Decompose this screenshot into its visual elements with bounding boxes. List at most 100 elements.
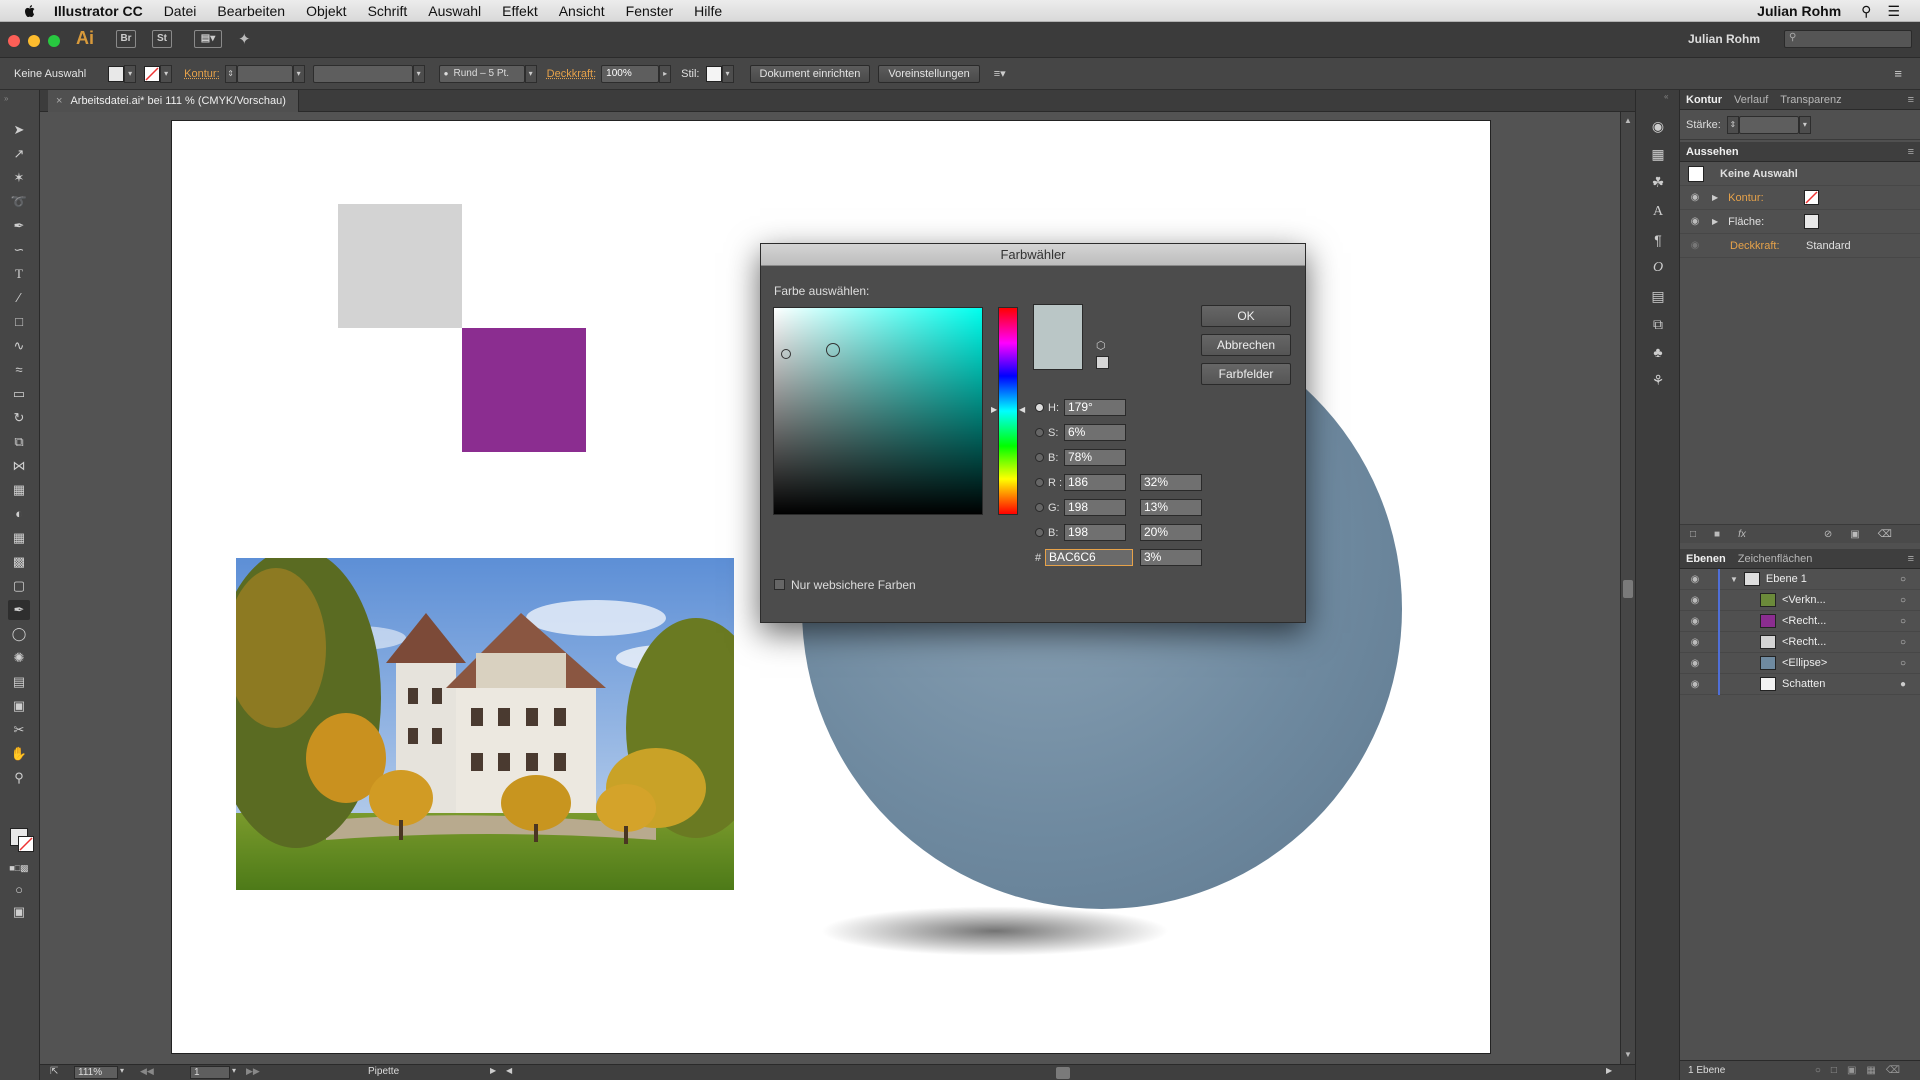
swatches-panel-icon[interactable]: ▦ (1648, 144, 1668, 164)
radio-h[interactable] (1035, 403, 1044, 412)
scroll-down-icon[interactable]: ▼ (1624, 1050, 1632, 1059)
tab-kontur[interactable]: Kontur (1680, 94, 1728, 106)
stroke-weight-field[interactable] (236, 64, 293, 83)
brush-dropdown-arrow[interactable]: ▾ (524, 64, 537, 83)
swatches-button[interactable]: Farbfelder (1201, 363, 1291, 385)
artboard-dropdown-icon[interactable]: ▾ (232, 1066, 236, 1075)
graphic-styles-panel-icon[interactable]: ⚘ (1648, 370, 1668, 390)
stroke-dropdown[interactable]: ▾ (160, 64, 173, 83)
y-field[interactable]: 20% (1140, 524, 1202, 541)
stroke-weight-dropdown[interactable]: ▾ (292, 64, 305, 83)
deckkraft-label[interactable]: Deckkraft: (547, 68, 597, 80)
visibility-eye-icon[interactable]: ◉ (1688, 679, 1702, 690)
pathfinder-panel-icon[interactable]: ⧉ (1648, 314, 1668, 334)
magic-wand-tool-icon[interactable]: ✶ (8, 168, 30, 188)
c-field[interactable]: 32% (1140, 474, 1202, 491)
zoom-field[interactable]: 111% (74, 1066, 118, 1079)
flaeche-row-label[interactable]: Fläche: (1728, 216, 1804, 228)
g-field[interactable]: 198 (1064, 499, 1126, 516)
scroll-right-icon[interactable]: ▶ (1606, 1066, 1612, 1075)
layer-name[interactable]: <Verkn... (1782, 594, 1826, 606)
add-fill-icon[interactable]: ■ (1714, 529, 1720, 540)
gray-rectangle[interactable] (338, 204, 462, 328)
hue-slider-left-arrow[interactable]: ▶ (991, 405, 997, 414)
layer-name[interactable]: <Recht... (1782, 615, 1826, 627)
artboard-number-field[interactable]: 1 (190, 1066, 230, 1079)
radio-g[interactable] (1035, 503, 1044, 512)
tab-aussehen[interactable]: Aussehen (1680, 146, 1745, 158)
menu-app-name[interactable]: Illustrator CC (54, 3, 143, 19)
layer-row[interactable]: ◉ <Verkn... ○ (1680, 589, 1920, 611)
brushes-panel-icon[interactable]: ☘ (1648, 172, 1668, 192)
scale-tool-icon[interactable]: ⧉ (8, 432, 30, 452)
layer-row[interactable]: ◉ <Recht... ○ (1680, 631, 1920, 653)
s-field[interactable]: 6% (1064, 424, 1126, 441)
eyedropper-tool-icon[interactable]: ✒ (8, 600, 30, 620)
mesh-tool-icon[interactable]: ▩ (8, 552, 30, 572)
menu-schrift[interactable]: Schrift (368, 3, 408, 19)
duplicate-item-icon[interactable]: ▣ (1850, 529, 1859, 540)
radio-s[interactable] (1035, 428, 1044, 437)
eraser-tool-icon[interactable]: ▭ (8, 384, 30, 404)
status-menu-icon[interactable]: ▶ (490, 1066, 496, 1075)
color-picker-marker[interactable] (781, 349, 791, 359)
fill-swatch-small[interactable] (1804, 214, 1820, 229)
expand-arrow-icon[interactable]: ▶ (1712, 217, 1718, 226)
appearance-opacity-row[interactable]: ◉ Deckkraft: Standard (1680, 234, 1920, 258)
stock-icon[interactable]: St (152, 30, 172, 48)
stroke-weight-stepper[interactable]: ⇕ (224, 64, 237, 83)
pen-tool-icon[interactable]: ✒ (8, 216, 30, 236)
last-artboard-icon[interactable]: ▶▶ (246, 1066, 260, 1077)
visibility-eye-icon[interactable]: ◉ (1688, 192, 1702, 203)
artboard-tool-icon[interactable]: ▣ (8, 696, 30, 716)
visibility-eye-icon[interactable]: ◉ (1688, 658, 1702, 669)
gpu-performance-icon[interactable]: ✦ (238, 30, 251, 48)
blue-field[interactable]: 198 (1064, 524, 1126, 541)
radio-b[interactable] (1035, 453, 1044, 462)
zoom-tool-icon[interactable]: ⚲ (8, 768, 30, 788)
control-bar-menu-icon[interactable]: ≡ (1894, 66, 1902, 81)
purple-rectangle[interactable] (462, 328, 586, 452)
arrange-documents-icon[interactable]: ▤▾ (194, 30, 222, 48)
stroke-color-icon[interactable] (18, 836, 34, 852)
websafe-label[interactable]: Nur websichere Farben (791, 578, 916, 592)
menu-ansicht[interactable]: Ansicht (559, 3, 605, 19)
web-safe-swatch[interactable] (1096, 356, 1109, 369)
out-of-gamut-icon[interactable]: ⬡ (1096, 339, 1106, 352)
hue-slider-right-arrow[interactable]: ◀ (1019, 405, 1025, 414)
menu-bearbeiten[interactable]: Bearbeiten (217, 3, 285, 19)
layer-name[interactable]: <Ellipse> (1782, 657, 1827, 669)
visibility-eye-icon[interactable]: ◉ (1688, 574, 1702, 585)
appearance-stroke-row[interactable]: ◉ ▶ Kontur: (1680, 186, 1920, 210)
vertical-scrollbar[interactable]: ▲ ▼ (1620, 112, 1635, 1064)
kontur-label[interactable]: Kontur: (184, 68, 219, 80)
stroke-swatch[interactable] (144, 65, 161, 82)
current-tool-status[interactable]: Pipette (368, 1066, 399, 1077)
minimize-window-icon[interactable] (28, 35, 40, 47)
visibility-eye-icon[interactable]: ◉ (1688, 616, 1702, 627)
staerke-field[interactable] (1738, 115, 1799, 134)
perspective-grid-tool-icon[interactable]: ▦ (8, 528, 30, 548)
scroll-left-icon[interactable]: ◀ (506, 1066, 512, 1075)
spotlight-icon[interactable]: ⚲ (1861, 3, 1871, 20)
layers-menu-icon[interactable]: ≡ (1908, 553, 1914, 565)
zoom-dropdown-icon[interactable]: ▾ (120, 1066, 124, 1075)
menu-auswahl[interactable]: Auswahl (428, 3, 481, 19)
direct-selection-tool-icon[interactable]: ↗ (8, 144, 30, 164)
style-dropdown[interactable]: ▾ (721, 64, 734, 83)
hue-slider[interactable] (998, 307, 1018, 515)
help-search-input[interactable]: ⚲ (1784, 30, 1912, 48)
menu-effekt[interactable]: Effekt (502, 3, 538, 19)
layer-name[interactable]: Ebene 1 (1766, 573, 1807, 585)
vertical-scroll-thumb[interactable] (1623, 580, 1633, 598)
k-field[interactable]: 3% (1140, 549, 1202, 566)
rotate-tool-icon[interactable]: ↻ (8, 408, 30, 428)
tab-zeichenflaechen[interactable]: Zeichenflächen (1732, 553, 1819, 565)
target-circle-icon[interactable]: ○ (1900, 637, 1906, 648)
dock-collapse-icon[interactable]: « (1664, 92, 1668, 101)
close-window-icon[interactable] (8, 35, 20, 47)
layer-row[interactable]: ◉ <Recht... ○ (1680, 610, 1920, 632)
kontur-row-label[interactable]: Kontur: (1728, 192, 1804, 204)
menu-fenster[interactable]: Fenster (626, 3, 673, 19)
layer-row[interactable]: ◉ ▼ Ebene 1 ○ (1680, 568, 1920, 590)
